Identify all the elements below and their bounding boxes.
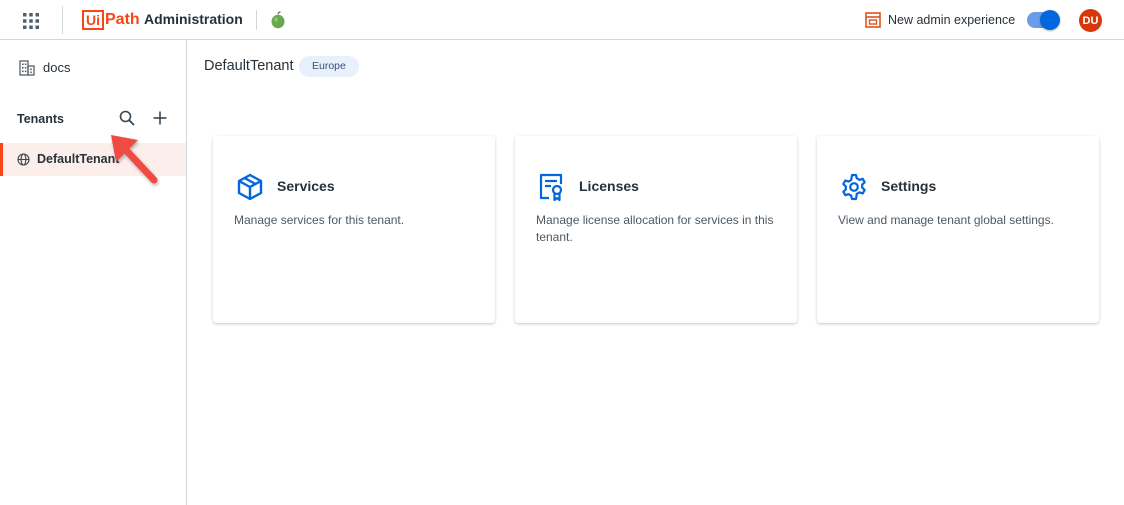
card-title: Settings — [881, 178, 937, 194]
add-tenant-button[interactable] — [151, 109, 169, 127]
card-licenses[interactable]: Licenses Manage license allocation for s… — [515, 136, 797, 323]
page-title: DefaultTenant — [204, 58, 294, 74]
new-experience-icon — [864, 11, 882, 29]
gear-icon — [839, 172, 869, 202]
uipath-logo[interactable]: Ui Path — [82, 9, 140, 31]
card-description: View and manage tenant global settings. — [838, 213, 1054, 227]
apple-icon[interactable] — [270, 11, 286, 29]
building-icon — [18, 59, 36, 77]
sidebar: docs Tenants DefaultTenant — [0, 40, 187, 505]
plus-icon — [153, 111, 167, 125]
top-header: Ui Path Administration New admin experie… — [0, 0, 1124, 40]
logo-ui-text: Ui — [82, 10, 104, 30]
header-divider — [62, 6, 63, 34]
card-description: Manage license allocation for services i… — [536, 213, 774, 244]
toggle-knob — [1040, 10, 1060, 30]
app-name: Administration — [144, 11, 243, 27]
annotation-arrow-icon — [108, 132, 160, 188]
user-avatar[interactable]: DU — [1079, 9, 1102, 32]
card-settings[interactable]: Settings View and manage tenant global s… — [817, 136, 1099, 323]
card-description: Manage services for this tenant. — [234, 213, 405, 227]
header-divider — [256, 10, 257, 30]
tenants-heading: Tenants — [17, 112, 64, 126]
new-experience-toggle[interactable] — [1027, 10, 1060, 30]
card-services[interactable]: Services Manage services for this tenant… — [213, 136, 495, 323]
logo-path-text: Path — [105, 11, 140, 28]
search-tenants-button[interactable] — [118, 109, 136, 127]
new-experience-label: New admin experience — [888, 13, 1016, 27]
sidebar-item-organization[interactable]: docs — [0, 52, 186, 82]
license-certificate-icon — [537, 172, 567, 202]
card-title: Licenses — [579, 178, 639, 194]
app-launcher-grid-icon[interactable] — [22, 12, 40, 30]
globe-icon — [17, 153, 30, 166]
card-title: Services — [277, 178, 335, 194]
box-icon — [235, 172, 265, 202]
search-icon — [119, 110, 135, 126]
region-badge: Europe — [299, 56, 359, 77]
organization-name: docs — [43, 60, 71, 75]
